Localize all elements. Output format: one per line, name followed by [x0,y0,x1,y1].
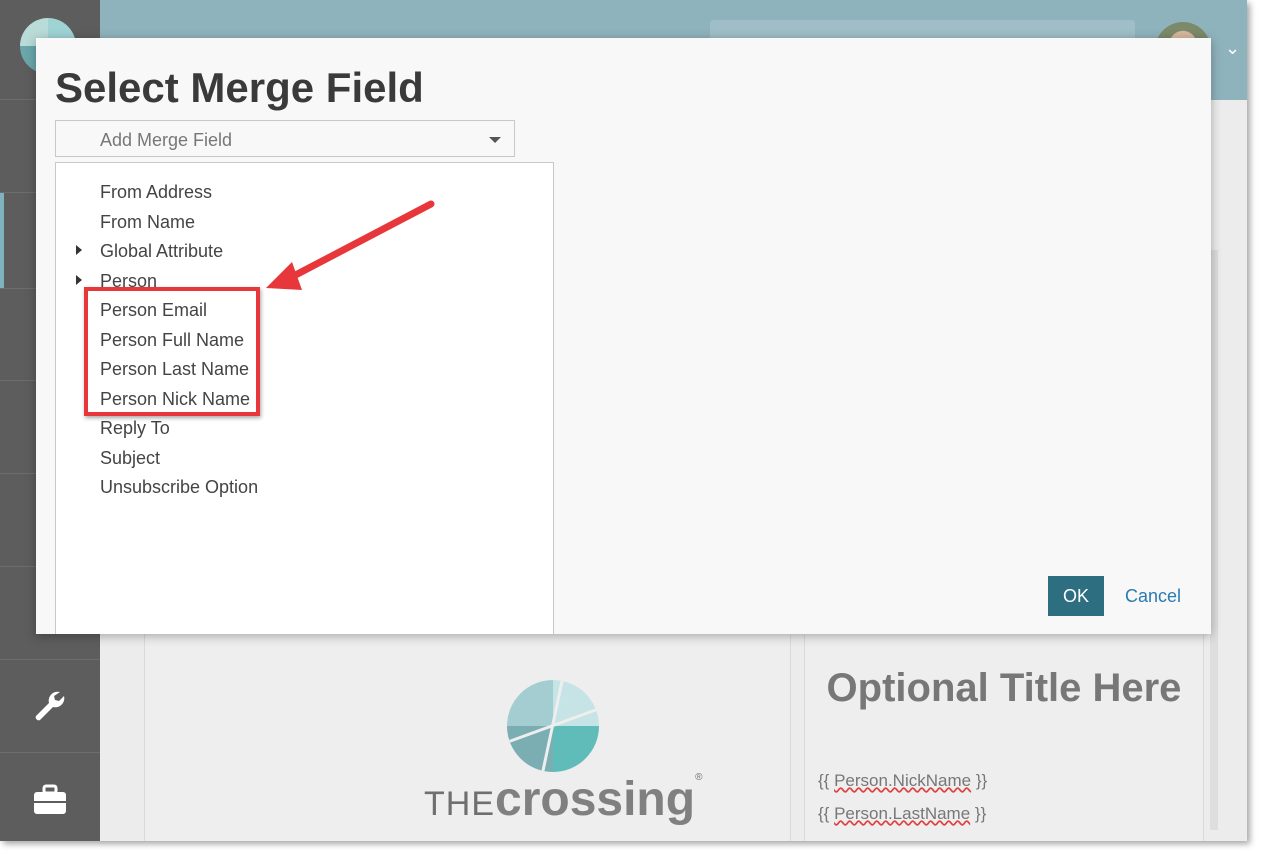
caret-down-icon [489,137,501,143]
dropdown-placeholder: Add Merge Field [100,130,233,150]
add-merge-field-dropdown[interactable]: Add Merge Field [55,120,515,157]
app-window: ⌄ THEcrossing® Optional Title Here {{ Pe… [0,0,1247,841]
list-item[interactable]: Unsubscribe Option [100,477,258,498]
merge-field-name: Person.LastName [834,804,971,823]
wrench-icon[interactable] [30,686,70,726]
list-item[interactable]: From Name [100,212,195,233]
merge-line-nickname: {{ Person.NickName }} [818,771,987,791]
crossing-logo-text: THEcrossing® [424,772,702,827]
merge-brace-open: {{ [818,804,835,823]
list-item[interactable]: Reply To [100,418,170,439]
list-item[interactable]: Global Attribute [100,241,223,262]
modal-title: Select Merge Field [55,64,424,111]
ok-button[interactable]: OK [1048,576,1104,616]
list-item[interactable]: Subject [100,448,160,469]
logo-name-text: crossing [495,773,696,826]
merge-brace-close: }} [971,771,988,790]
logo-registered-mark: ® [695,772,703,783]
logo-the-text: THE [424,785,495,823]
expand-arrow-icon[interactable] [76,275,82,285]
cancel-link[interactable]: Cancel [1125,586,1181,607]
merge-line-lastname: {{ Person.LastName }} [818,804,986,824]
merge-field-name: Person.NickName [834,771,972,790]
expand-arrow-icon[interactable] [76,245,82,255]
crossing-logo-mark [507,680,599,772]
sidebar-divider [0,752,100,753]
editor-side-panel [1210,250,1218,830]
chevron-down-icon[interactable]: ⌄ [1225,38,1240,59]
list-item[interactable]: From Address [100,182,212,203]
merge-brace-open: {{ [818,771,835,790]
annotation-highlight-box [84,287,260,416]
briefcase-icon[interactable] [30,780,70,820]
sidebar-active-indicator [0,193,4,288]
merge-brace-close: }} [970,804,987,823]
optional-title: Optional Title Here [826,666,1182,710]
sidebar-divider [0,659,100,660]
